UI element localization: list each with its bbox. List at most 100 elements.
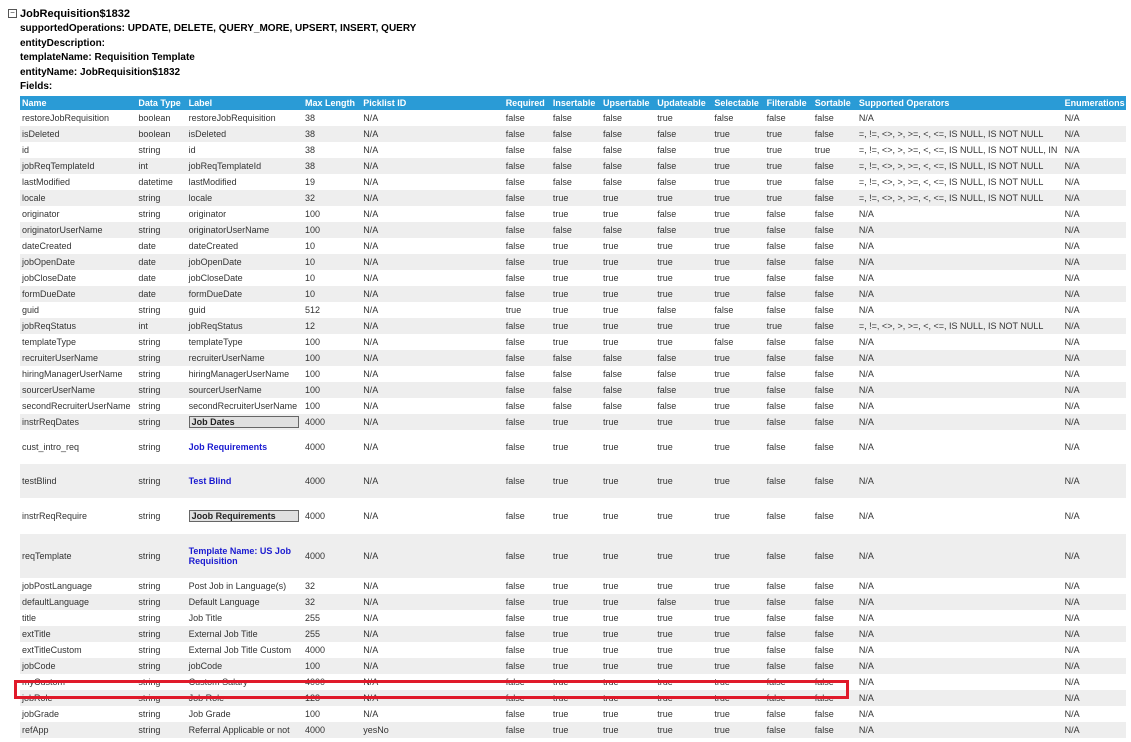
table-cell: N/A [1064,442,1080,452]
table-cell: true [714,145,730,155]
table-cell: false [503,222,551,238]
table-cell: N/A [363,209,379,219]
table-cell: formDueDate [20,286,137,302]
table-cell: false [766,241,786,251]
table-cell: string [136,626,187,642]
table-cell: N/A [858,369,874,379]
table-cell: 4000 [304,511,326,521]
table-row: formDueDate date formDueDate 10 N/A false true… [20,286,1126,302]
table-cell: originatorUserName [186,222,303,238]
table-cell: false [714,113,734,123]
table-row: jobPostLanguage string Post Job in Languag… [20,578,1126,594]
table-cell: true [601,594,656,610]
table-cell: dateCreated [22,241,72,251]
collapse-toggle-icon[interactable]: − [8,9,17,19]
table-cell: N/A [856,594,1063,610]
table-cell: templateType [22,337,77,347]
table-cell: true [505,305,522,315]
table-cell: false [814,273,834,283]
table-cell: N/A [858,645,874,655]
table-cell: N/A [1064,337,1080,347]
table-cell: N/A [1062,690,1126,706]
table-cell: true [712,382,765,398]
table-cell: formDueDate [186,286,303,302]
table-cell: hiringManagerUserName [22,369,123,379]
table-cell: true [714,442,730,452]
table-cell: false [503,658,551,674]
table-row: defaultLanguage string Default Language 32 N… [20,594,1126,610]
table-cell: N/A [1064,613,1080,623]
table-row: jobRole string Job Role 128 N/A false true true… [20,690,1126,706]
table-cell: true [601,690,656,706]
table-cell: false [766,337,786,347]
table-cell: false [814,177,834,187]
table-cell: isDeleted [20,126,137,142]
label-link[interactable]: Job Requirements [189,442,297,452]
table-cell: string [138,442,161,452]
table-cell: true [655,414,713,430]
table-cell: N/A [858,709,874,719]
table-cell: false [766,581,786,591]
table-cell: 100 [302,382,362,398]
table-cell: date [136,254,187,270]
table-cell: N/A [363,369,379,379]
table-cell: 100 [304,369,321,379]
table-cell: N/A [361,222,504,238]
table-cell: 100 [304,337,321,347]
table-cell: false [505,581,525,591]
table-cell: Custom Salary [188,677,248,687]
table-cell: N/A [1064,401,1080,411]
table-cell: 38 [302,126,362,142]
table-cell: string [138,145,161,155]
table-cell: int [136,158,187,174]
label-link[interactable]: Test Blind [189,476,297,486]
column-header: Supported Operators [856,96,1063,110]
table-cell: false [601,222,656,238]
table-cell: N/A [1064,305,1080,315]
table-cell: false [505,709,525,719]
meta-fields: Fields: [20,81,53,93]
table-cell: true [655,658,713,674]
table-cell: reqTemplate [20,534,137,578]
table-cell: N/A [1064,209,1080,219]
table-cell: N/A [361,414,504,430]
table-cell: N/A [1062,626,1126,642]
table-cell: N/A [858,273,874,283]
table-cell: originator [188,209,227,219]
table-cell: N/A [363,442,379,452]
table-cell: false [814,337,834,347]
table-cell: false [812,594,857,610]
table-cell: =, !=, <>, >, >=, <, <=, IS NULL, IS NOT… [858,145,1058,155]
table-cell: 100 [304,401,321,411]
table-cell: true [603,337,619,347]
table-cell: N/A [1062,534,1126,578]
table-cell: N/A [858,401,874,411]
table-cell: N/A [856,464,1063,498]
table-cell: true [550,722,602,738]
table-cell: false [766,305,786,315]
table-cell: isDeleted [186,126,303,142]
table-cell: true [550,254,602,270]
table-cell: true [712,158,765,174]
table-cell: N/A [858,442,874,452]
table-cell: false [764,222,813,238]
table-cell: id [22,145,30,155]
table-cell: true [714,209,730,219]
table-row: jobReqStatus int jobReqStatus 12 N/A false tru… [20,318,1126,334]
table-cell: true [601,658,656,674]
table-row: id string id 38 N/A false false false false true t… [20,142,1126,158]
table-cell: true [764,126,813,142]
label-link[interactable]: Template Name: US Job Requisition [189,546,297,566]
table-cell: false [505,369,525,379]
table-cell: false [657,209,677,219]
table-cell: false [764,254,813,270]
table-cell: false [550,158,602,174]
table-cell: 38 [304,113,315,123]
table-cell: 100 [302,658,362,674]
table-cell: N/A [856,222,1063,238]
table-cell: false [766,677,786,687]
table-cell: 100 [302,222,362,238]
column-header: Data Type [136,96,187,110]
entity-meta: supportedOperations: UPDATE, DELETE, QUE… [20,22,416,95]
table-cell: N/A [858,337,874,347]
